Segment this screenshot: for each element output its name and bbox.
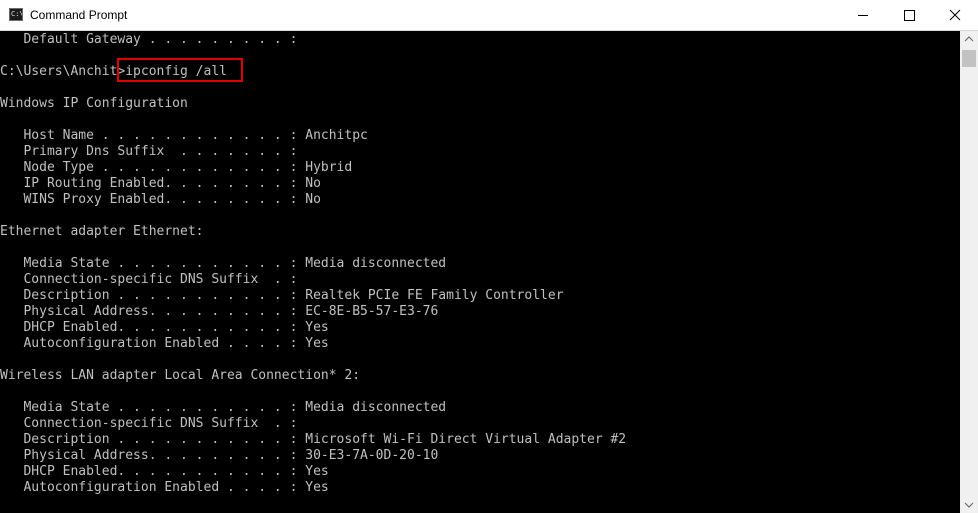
console-line: Physical Address. . . . . . . . . : 30-E… [0,448,439,463]
window-title: Command Prompt [30,8,128,22]
console-line: Windows IP Configuration [0,96,188,111]
scroll-down-arrow-icon [964,502,974,508]
console-line: Primary Dns Suffix . . . . . . . : [0,144,298,159]
console-line: Media State . . . . . . . . . . . : Medi… [0,400,447,415]
minimize-icon [858,15,868,16]
console-line: Description . . . . . . . . . . . : Real… [0,288,564,303]
console-line: Host Name . . . . . . . . . . . . : Anch… [0,128,368,143]
maximize-icon [904,10,915,21]
command-prompt-icon[interactable]: C:\ [9,8,23,21]
console-output[interactable]: Default Gateway . . . . . . . . . : C:\U… [0,31,960,513]
console-line: Connection-specific DNS Suffix . : [0,416,298,431]
console-line: Description . . . . . . . . . . . : Micr… [0,432,627,447]
console-line: Wireless LAN adapter Local Area Connecti… [0,368,361,383]
console-line: IP Routing Enabled. . . . . . . . : No [0,176,321,191]
title-bar[interactable]: C:\ Command Prompt [0,0,978,31]
console-line: Media State . . . . . . . . . . . : Medi… [0,256,447,271]
command-highlight-box [117,58,243,82]
close-button[interactable] [932,0,978,31]
scroll-up-button[interactable] [960,31,978,48]
console-line: Physical Address. . . . . . . . . : EC-8… [0,304,439,319]
console-line: WINS Proxy Enabled. . . . . . . . : No [0,192,321,207]
console-line: Connection-specific DNS Suffix . : [0,272,298,287]
console-line: DHCP Enabled. . . . . . . . . . . : Yes [0,464,329,479]
console-line: Autoconfiguration Enabled . . . . : Yes [0,480,329,495]
console-line: Default Gateway . . . . . . . . . : [0,32,298,47]
console-line: Autoconfiguration Enabled . . . . : Yes [0,336,329,351]
command-prompt-window: C:\ Command Prompt Default Gateway . . .… [0,0,978,513]
console-line: Ethernet adapter Ethernet: [0,224,204,239]
minimize-button[interactable] [840,0,886,31]
close-icon [949,9,961,21]
console-line: Node Type . . . . . . . . . . . . : Hybr… [0,160,353,175]
console-line: DHCP Enabled. . . . . . . . . . . : Yes [0,320,329,335]
scrollbar-thumb[interactable] [962,50,976,67]
vertical-scrollbar[interactable] [960,31,978,513]
scroll-up-arrow-icon [964,36,974,42]
maximize-button[interactable] [886,0,932,31]
scroll-down-button[interactable] [960,496,978,513]
